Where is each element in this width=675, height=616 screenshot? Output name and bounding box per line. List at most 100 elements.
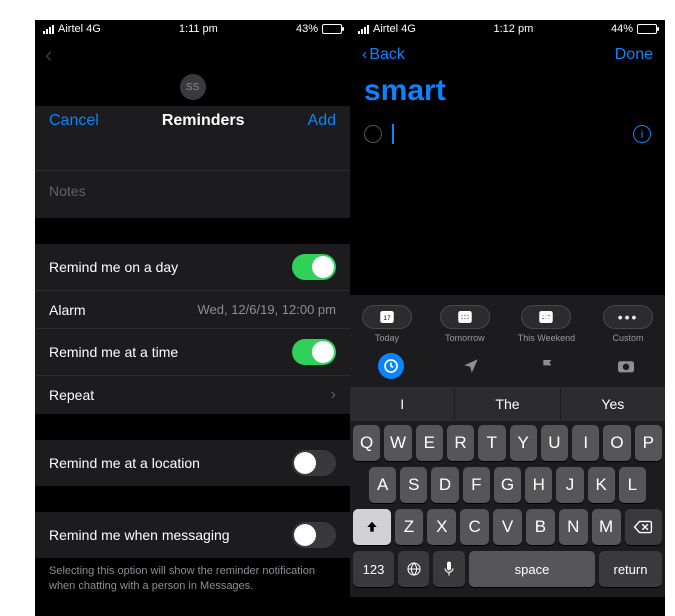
messaging-footnote: Selecting this option will show the remi…: [35, 558, 350, 604]
key-j[interactable]: J: [556, 467, 583, 503]
chip-custom-label: Custom: [613, 333, 644, 343]
complete-radio[interactable]: [364, 125, 382, 143]
key-backspace[interactable]: [625, 509, 663, 545]
done-button[interactable]: Done: [615, 46, 653, 64]
key-return[interactable]: return: [599, 551, 662, 587]
key-m[interactable]: M: [592, 509, 621, 545]
shift-icon: [365, 520, 379, 534]
key-w[interactable]: W: [384, 425, 411, 461]
pred-3[interactable]: Yes: [561, 387, 665, 421]
reminder-edit-screen: Airtel 4G 1:11 pm 43% ‹ SS Cancel Remind…: [35, 20, 350, 616]
chip-tomorrow-label: Tomorrow: [445, 333, 485, 343]
key-x[interactable]: X: [427, 509, 456, 545]
key-a[interactable]: A: [369, 467, 396, 503]
status-bar: Airtel 4G 1:12 pm 44%: [350, 20, 665, 38]
time-action[interactable]: [378, 353, 404, 379]
kb-row-3: Z X C V B N M: [353, 509, 662, 545]
clock-label: 1:12 pm: [494, 23, 534, 35]
key-p[interactable]: P: [635, 425, 662, 461]
remind-location-toggle[interactable]: [292, 450, 336, 476]
carrier-label: Airtel 4G: [58, 23, 101, 35]
key-q[interactable]: Q: [353, 425, 380, 461]
chip-weekend-label: This Weekend: [518, 333, 575, 343]
key-t[interactable]: T: [478, 425, 505, 461]
key-d[interactable]: D: [431, 467, 458, 503]
back-button[interactable]: ‹Back: [362, 46, 405, 64]
pred-1[interactable]: I: [350, 387, 455, 421]
list-title: smart: [350, 72, 665, 118]
quick-action-bar: [350, 347, 665, 387]
new-reminder-screen: Airtel 4G 1:12 pm 44% ‹Back Done smart i…: [350, 20, 665, 616]
battery-pct: 44%: [611, 23, 633, 35]
key-z[interactable]: Z: [395, 509, 424, 545]
backspace-icon: [633, 520, 653, 534]
empty-area: [350, 150, 665, 295]
key-u[interactable]: U: [541, 425, 568, 461]
svg-text:17: 17: [383, 315, 391, 322]
alarm-row[interactable]: Alarm Wed, 12/6/19, 12:00 pm: [35, 290, 350, 328]
flag-action[interactable]: [537, 355, 559, 377]
key-b[interactable]: B: [526, 509, 555, 545]
remind-time-row: Remind me at a time: [35, 328, 350, 375]
key-n[interactable]: N: [559, 509, 588, 545]
calendar-tomorrow-icon: [456, 310, 474, 324]
key-e[interactable]: E: [416, 425, 443, 461]
key-y[interactable]: Y: [510, 425, 537, 461]
key-h[interactable]: H: [525, 467, 552, 503]
key-r[interactable]: R: [447, 425, 474, 461]
chevron-right-icon: ›: [331, 386, 336, 404]
cancel-button[interactable]: Cancel: [49, 112, 99, 130]
contact-avatar[interactable]: SS: [180, 74, 206, 100]
chip-weekend[interactable]: This Weekend: [518, 305, 575, 343]
battery-pct: 43%: [296, 23, 318, 35]
notes-input[interactable]: Notes: [35, 170, 350, 218]
remind-day-toggle[interactable]: [292, 254, 336, 280]
keyboard: Q W E R T Y U I O P A S D F G H J K L Z …: [350, 421, 665, 597]
key-s[interactable]: S: [400, 467, 427, 503]
key-space[interactable]: space: [469, 551, 595, 587]
chip-today[interactable]: 17 Today: [362, 305, 412, 343]
ellipsis-icon: •••: [618, 309, 639, 325]
signal-icon: [358, 25, 369, 34]
key-v[interactable]: V: [493, 509, 522, 545]
remind-time-toggle[interactable]: [292, 339, 336, 365]
camera-action[interactable]: [615, 355, 637, 377]
alarm-label: Alarm: [49, 302, 86, 318]
remind-day-row: Remind me on a day: [35, 244, 350, 290]
mic-icon: [443, 561, 455, 577]
key-mic[interactable]: [433, 551, 465, 587]
pred-2[interactable]: The: [455, 387, 560, 421]
add-button[interactable]: Add: [308, 112, 336, 130]
kb-row-4: 123 space return: [353, 551, 662, 587]
chip-custom[interactable]: ••• Custom: [603, 305, 653, 343]
clock-label: 1:11 pm: [179, 23, 218, 35]
repeat-row[interactable]: Repeat ›: [35, 375, 350, 414]
quick-date-bar: 17 Today Tomorrow This Weekend ••• Custo…: [350, 295, 665, 347]
key-123[interactable]: 123: [353, 551, 394, 587]
battery-icon: [637, 24, 657, 34]
key-o[interactable]: O: [603, 425, 630, 461]
remind-messaging-toggle[interactable]: [292, 522, 336, 548]
back-chevron-icon[interactable]: ‹: [35, 38, 350, 72]
remind-messaging-row: Remind me when messaging: [35, 512, 350, 558]
kb-row-2: A S D F G H J K L: [353, 467, 662, 503]
modal-title: Reminders: [162, 112, 245, 130]
predictive-bar: I The Yes: [350, 387, 665, 421]
navbar: ‹Back Done: [350, 38, 665, 72]
reminder-title-input[interactable]: [35, 140, 350, 170]
key-globe[interactable]: [398, 551, 430, 587]
key-f[interactable]: F: [463, 467, 490, 503]
key-c[interactable]: C: [460, 509, 489, 545]
remind-location-label: Remind me at a location: [49, 455, 200, 471]
key-g[interactable]: G: [494, 467, 521, 503]
new-reminder-row[interactable]: i: [350, 118, 665, 150]
key-k[interactable]: K: [588, 467, 615, 503]
signal-icon: [43, 25, 54, 34]
key-shift[interactable]: [353, 509, 391, 545]
key-l[interactable]: L: [619, 467, 646, 503]
key-i[interactable]: I: [572, 425, 599, 461]
chip-tomorrow[interactable]: Tomorrow: [440, 305, 490, 343]
info-icon[interactable]: i: [633, 125, 651, 143]
location-action[interactable]: [460, 355, 482, 377]
calendar-weekend-icon: [537, 310, 555, 324]
